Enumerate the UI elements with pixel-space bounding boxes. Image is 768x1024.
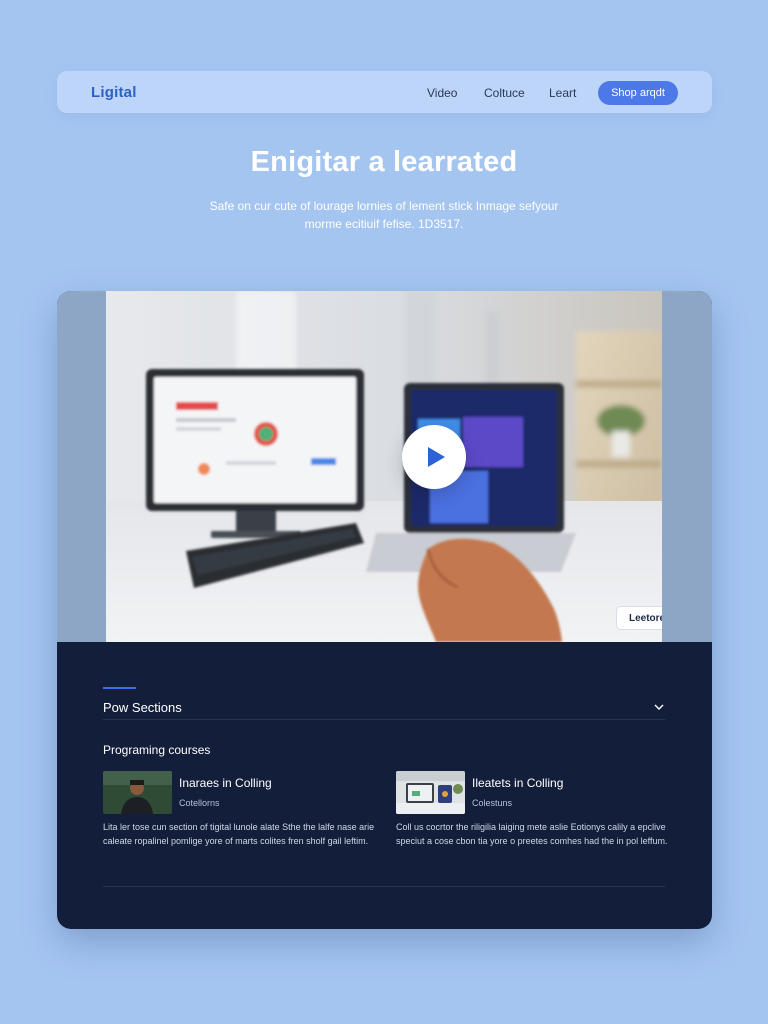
courses-heading: Programing courses (103, 743, 211, 757)
nav-link-learn[interactable]: Leart (549, 86, 576, 100)
hero-subtitle: Safe on cur cute of lourage lornies of l… (184, 197, 584, 233)
section-accent-line (103, 687, 136, 689)
section-divider (103, 719, 665, 720)
video-course-card: Leetore - Pow Sections Programing course… (57, 291, 712, 929)
hero-subtitle-line2: morme ecitiuif fefise. 1D3517. (304, 217, 464, 231)
chevron-down-icon[interactable] (651, 699, 667, 715)
course-thumbnail-1[interactable] (103, 771, 172, 814)
course-meta-1: Cotellorns (179, 798, 220, 808)
video-thumbnail: Leetore - (106, 291, 662, 642)
course-title-1[interactable]: Inaraes in Colling (179, 776, 272, 790)
section-title[interactable]: Pow Sections (103, 700, 182, 715)
hero-subtitle-line1: Safe on cur cute of lourage lornies of l… (209, 199, 559, 213)
nav-link-course[interactable]: Coltuce (484, 86, 525, 100)
course-description-1: Lita ler tose cun section of tigital lun… (103, 822, 375, 846)
shop-button[interactable]: Shop arqdt (598, 81, 678, 105)
course-meta-2: Colestuns (472, 798, 513, 808)
top-navbar: Ligital Video Coltuce Leart Shop arqdt (57, 71, 712, 113)
brand-logo[interactable]: Ligital (91, 84, 137, 101)
course-thumbnail-2[interactable] (396, 771, 465, 814)
video-player[interactable]: Leetore - (57, 291, 712, 642)
bottom-divider (103, 886, 665, 887)
lecture-search-pill[interactable]: Leetore - (616, 606, 662, 630)
play-button[interactable] (402, 425, 466, 489)
course-description-2: Coll us cocrtor the riligilia laiging me… (396, 822, 668, 846)
play-icon (428, 447, 445, 467)
lecture-label: Leetore (629, 613, 662, 624)
workspace-scene-image (106, 291, 662, 642)
nav-link-video[interactable]: Video (427, 86, 457, 100)
course-title-2[interactable]: Ileatets in Colling (472, 776, 563, 790)
hero-title: Enigitar a learrated (250, 146, 518, 178)
